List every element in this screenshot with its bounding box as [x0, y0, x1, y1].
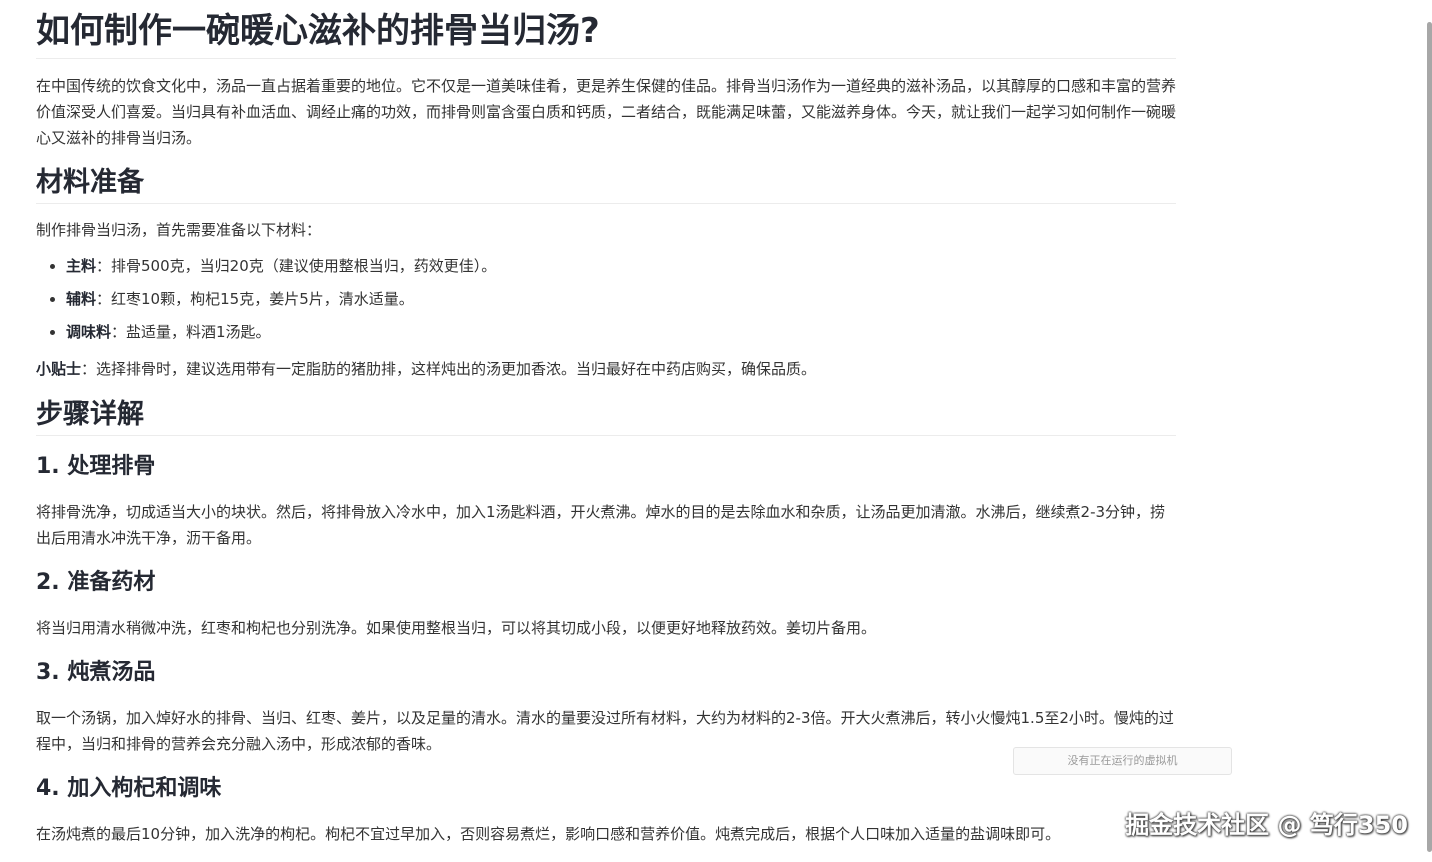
list-item-text: ：盐适量，料酒1汤匙。 — [111, 323, 271, 341]
tip-paragraph: 小贴士：选择排骨时，建议选用带有一定脂肪的猪肋排，这样炖出的汤更加香浓。当归最好… — [36, 356, 1176, 382]
vm-status-toast: 没有正在运行的虚拟机 — [1013, 747, 1232, 775]
tip-text: ：选择排骨时，建议选用带有一定脂肪的猪肋排，这样炖出的汤更加香浓。当归最好在中药… — [81, 360, 817, 378]
step-text: 将排骨洗净，切成适当大小的块状。然后，将排骨放入冷水中，加入1汤匙料酒，开火煮沸… — [36, 503, 1166, 547]
materials-lead: 制作排骨当归汤，首先需要准备以下材料： — [36, 221, 322, 239]
list-item: 辅料：红枣10颗，枸杞15克，姜片5片，清水适量。 — [66, 288, 1176, 310]
materials-list: 主料：排骨500克，当归20克（建议使用整根当归，药效更佳）。 辅料：红枣10颗… — [36, 255, 1176, 343]
step-title: 4. 加入枸杞和调味 — [36, 776, 222, 801]
step-title: 3. 炖煮汤品 — [36, 660, 156, 685]
list-item-label: 主料 — [66, 257, 97, 275]
step-text: 取一个汤锅，加入焯好水的排骨、当归、红枣、姜片，以及足量的清水。清水的量要没过所… — [36, 709, 1174, 753]
step-text: 在汤炖煮的最后10分钟，加入洗净的枸杞。枸杞不宜过早加入，否则容易煮烂，影响口感… — [36, 825, 1061, 843]
step-title: 1. 处理排骨 — [36, 454, 156, 479]
article-title: 如何制作一碗暖心滋补的排骨当归汤? — [36, 8, 1176, 59]
list-item: 主料：排骨500克，当归20克（建议使用整根当归，药效更佳）。 — [66, 255, 1176, 277]
watermark: 掘金技术社区 @ 笃行350 — [1125, 811, 1408, 839]
step-title: 2. 准备药材 — [36, 570, 156, 595]
materials-heading: 材料准备 — [36, 165, 1176, 204]
list-item-label: 调味料 — [66, 323, 112, 341]
list-item-text: ：红枣10颗，枸杞15克，姜片5片，清水适量。 — [96, 290, 414, 308]
list-item-label: 辅料 — [66, 290, 97, 308]
intro-paragraph: 在中国传统的饮食文化中，汤品一直占据着重要的地位。它不仅是一道美味佳肴，更是养生… — [36, 77, 1177, 147]
list-item-text: ：排骨500克，当归20克（建议使用整根当归，药效更佳）。 — [96, 257, 497, 275]
step-text: 将当归用清水稍微冲洗，红枣和枸杞也分别洗净。如果使用整根当归，可以将其切成小段，… — [36, 619, 877, 637]
vertical-scrollbar[interactable] — [1427, 22, 1432, 852]
list-item: 调味料：盐适量，料酒1汤匙。 — [66, 321, 1176, 343]
article: 如何制作一碗暖心滋补的排骨当归汤? 在中国传统的饮食文化中，汤品一直占据着重要的… — [36, 0, 1176, 847]
steps-heading: 步骤详解 — [36, 397, 1176, 436]
tip-label: 小贴士 — [36, 360, 82, 378]
